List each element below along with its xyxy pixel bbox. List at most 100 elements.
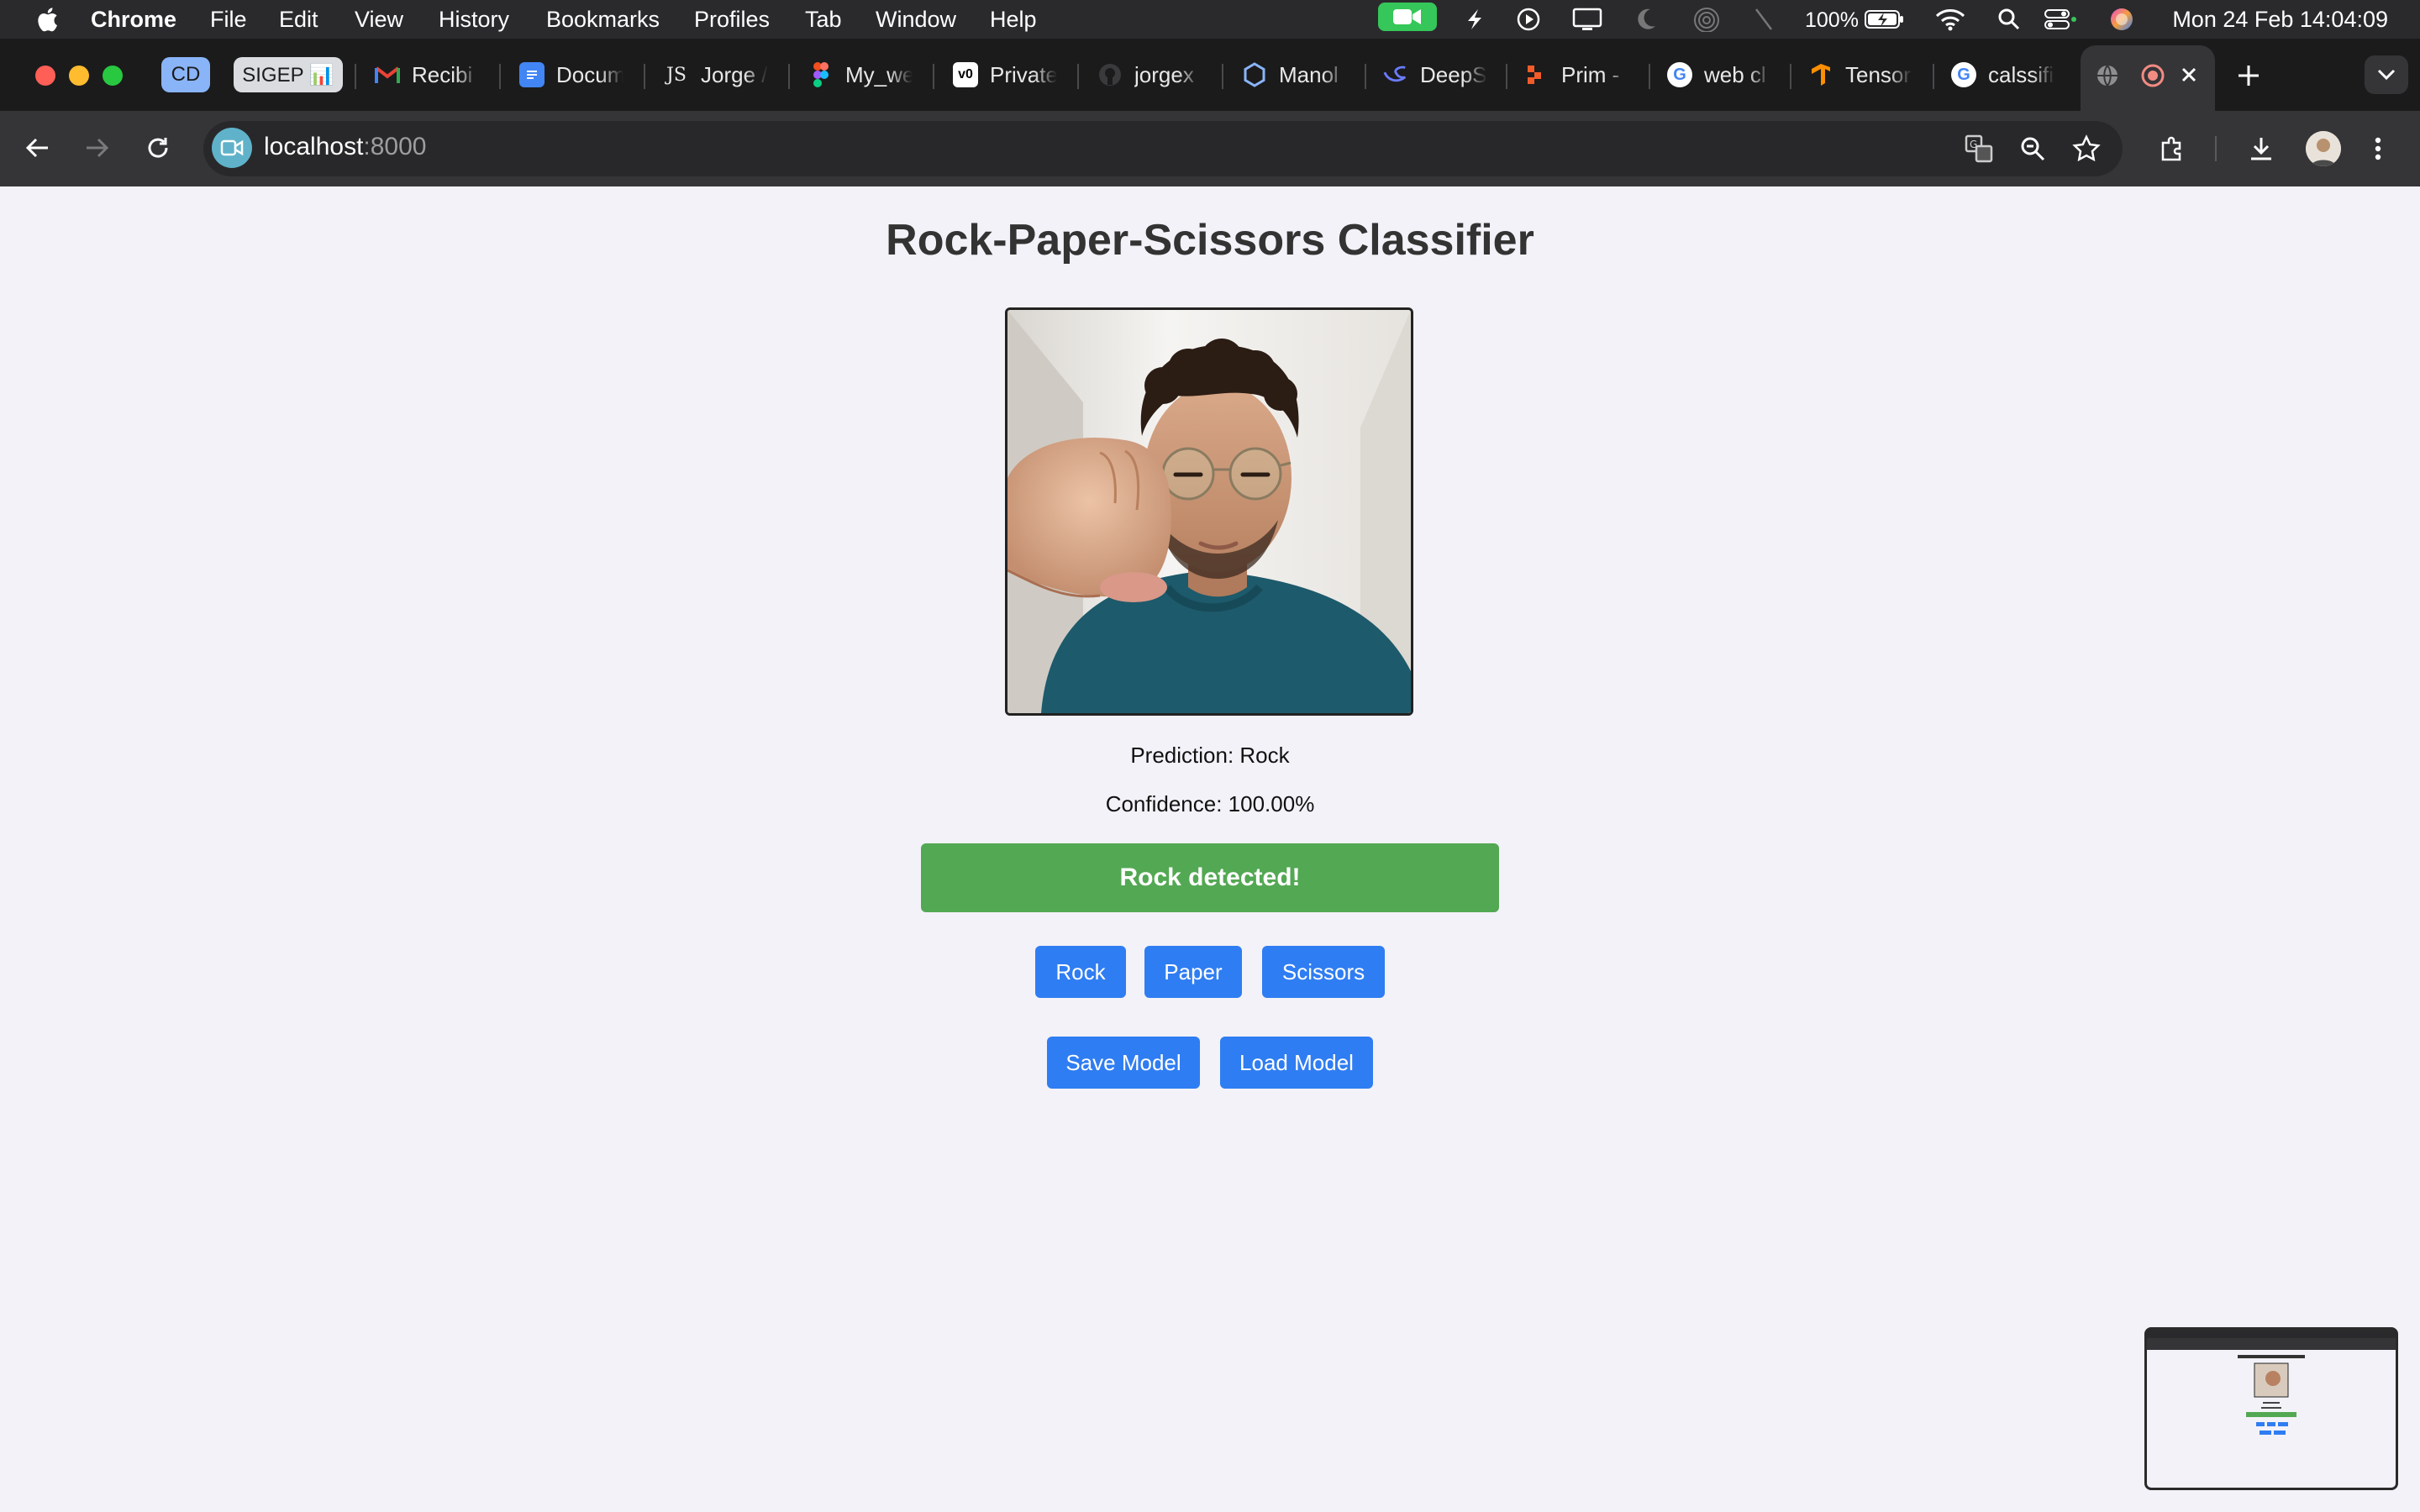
tab-separator [355, 64, 356, 89]
tab-label: Private [990, 61, 1057, 87]
menu-help[interactable]: Help [990, 7, 1037, 33]
maximize-window-button[interactable] [103, 66, 123, 86]
tab-separator [933, 64, 934, 89]
translate-icon[interactable]: G [1963, 133, 1995, 165]
close-tab-icon[interactable] [2176, 62, 2202, 87]
more-menu-icon[interactable] [2368, 133, 2388, 165]
gmail-icon [375, 62, 400, 87]
close-window-button[interactable] [35, 66, 55, 86]
tab-prim[interactable]: Prim - [1524, 55, 1628, 94]
profile-avatar[interactable] [2306, 131, 2341, 166]
url-text[interactable]: localhost:8000 [264, 133, 426, 161]
reload-icon[interactable] [141, 133, 175, 163]
google-icon: G [1951, 62, 1976, 87]
load-model-button[interactable]: Load Model [1220, 1037, 1373, 1089]
js-icon: JS [666, 64, 687, 86]
battery-icon[interactable] [1864, 5, 1906, 34]
new-tab-icon[interactable] [2233, 60, 2264, 91]
github-icon [1097, 62, 1123, 87]
tab-label: DeepS [1420, 61, 1487, 87]
tab-web-cl[interactable]: G web cl [1667, 55, 1771, 94]
tab-label: Prim - [1561, 61, 1620, 87]
address-bar[interactable] [203, 121, 2123, 176]
screenshot-thumbnail[interactable] [2144, 1327, 2398, 1490]
tab-calssifi[interactable]: G calssifi [1951, 55, 2055, 94]
menu-edit[interactable]: Edit [279, 7, 318, 33]
tab-group-cd[interactable]: CD [161, 57, 210, 92]
zoom-icon[interactable] [2017, 133, 2049, 165]
spark-icon[interactable] [1460, 5, 1489, 34]
tab-docs[interactable]: Docum [519, 55, 623, 94]
hexagon-icon [1242, 62, 1267, 87]
moon-icon[interactable] [1634, 5, 1659, 34]
tab-label: Tensor [1845, 61, 1912, 87]
globe-icon [2094, 62, 2121, 89]
paper-button[interactable]: Paper [1144, 946, 1242, 998]
menu-history[interactable]: History [439, 7, 509, 33]
tab-search-icon[interactable] [2365, 55, 2408, 94]
display-icon[interactable] [1571, 5, 1603, 34]
wifi-icon[interactable] [1934, 5, 1966, 34]
page-title: Rock-Paper-Scissors Classifier [886, 216, 1534, 265]
detection-banner: Rock detected! [921, 843, 1499, 912]
tab-strip [0, 39, 2420, 111]
tab-manol[interactable]: Manol [1242, 55, 1346, 94]
menu-clock[interactable]: Mon 24 Feb 14:04:09 [2172, 7, 2388, 33]
tab-label: web cl [1704, 61, 1766, 87]
pen-slash-icon[interactable] [1751, 5, 1776, 34]
scissors-button[interactable]: Scissors [1262, 946, 1385, 998]
tab-deepseek[interactable]: DeepS [1383, 55, 1487, 94]
play-circle-icon[interactable] [1514, 5, 1543, 34]
site-info-icon[interactable] [212, 128, 252, 168]
bookmark-star-icon[interactable] [2070, 133, 2102, 165]
url-port: :8000 [363, 133, 427, 160]
siri-icon[interactable] [2107, 5, 2136, 34]
menu-bookmarks[interactable]: Bookmarks [546, 7, 660, 33]
menu-profiles[interactable]: Profiles [694, 7, 770, 33]
save-model-button[interactable]: Save Model [1047, 1037, 1200, 1089]
forward-icon[interactable] [81, 133, 114, 163]
downloads-icon[interactable] [2245, 133, 2277, 165]
google-icon: G [1667, 62, 1692, 87]
airdrop-icon[interactable] [1692, 5, 1721, 34]
menu-bar: Chrome File Edit View History Bookmarks … [0, 0, 2420, 39]
tab-figma[interactable]: My_we [808, 55, 913, 94]
docs-icon [519, 62, 544, 87]
tab-github[interactable]: jorgex [1097, 55, 1202, 94]
menu-file[interactable]: File [210, 7, 247, 33]
facetime-icon[interactable] [1378, 3, 1437, 31]
webcam-frame-illustration [1007, 310, 1411, 713]
confidence-text: Confidence: 100.00% [1105, 791, 1315, 816]
tab-separator [788, 64, 790, 89]
extensions-icon[interactable] [2156, 133, 2188, 165]
figma-icon [808, 62, 834, 87]
search-icon[interactable] [1996, 5, 2022, 34]
tab-label: Jorge / [701, 61, 768, 87]
menu-view[interactable]: View [355, 7, 403, 33]
tab-label: Manol [1279, 61, 1339, 87]
tab-private[interactable]: v0 Private [953, 55, 1057, 94]
back-icon[interactable] [20, 133, 54, 163]
tab-group-sigep[interactable]: SIGEP 📊 [234, 57, 343, 92]
tab-separator [1649, 64, 1650, 89]
tab-tensorflow[interactable]: Tensor [1808, 55, 1912, 94]
tab-label: jorgex [1134, 61, 1194, 87]
tab-jorge[interactable]: JS Jorge / [664, 55, 768, 94]
minimize-window-button[interactable] [69, 66, 89, 86]
menu-tab[interactable]: Tab [805, 7, 842, 33]
menu-window[interactable]: Window [876, 7, 956, 33]
rock-button[interactable]: Rock [1035, 946, 1126, 998]
tab-separator [1222, 64, 1223, 89]
tab-label: Docum [556, 61, 623, 87]
deepseek-icon [1383, 62, 1408, 87]
menu-app-name[interactable]: Chrome [91, 7, 176, 33]
tab-label: calssifi [1988, 61, 2054, 87]
tab-separator [1506, 64, 1507, 89]
apple-icon[interactable] [34, 5, 59, 34]
control-center-icon[interactable] [2044, 5, 2077, 34]
url-host: localhost [264, 133, 364, 160]
tab-gmail[interactable]: Recibi [375, 55, 479, 94]
prim-icon [1524, 62, 1549, 87]
tab-separator [1077, 64, 1079, 89]
tensorflow-icon [1808, 62, 1833, 87]
